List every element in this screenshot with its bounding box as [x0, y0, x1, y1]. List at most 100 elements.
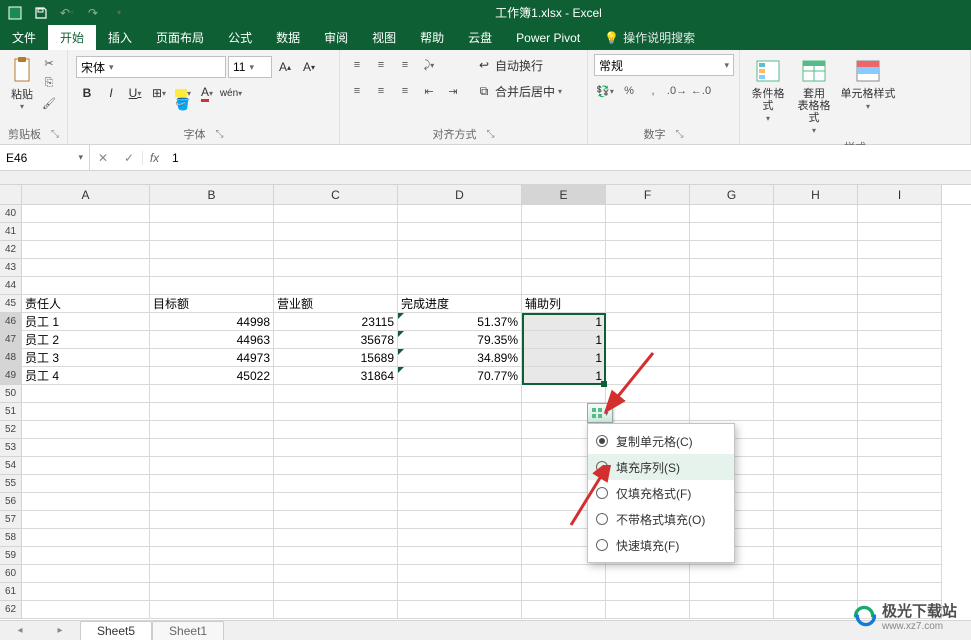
cell[interactable]: [22, 439, 150, 457]
cell[interactable]: 1: [522, 313, 606, 331]
increase-indent-icon[interactable]: ⇥: [442, 80, 464, 102]
row-header[interactable]: 40: [0, 205, 22, 223]
cell[interactable]: [398, 457, 522, 475]
cell[interactable]: [858, 205, 942, 223]
redo-icon[interactable]: ↷: [82, 2, 104, 24]
col-header-C[interactable]: C: [274, 185, 398, 204]
accounting-format-icon[interactable]: 💱▾: [594, 80, 616, 102]
formula-input[interactable]: [166, 145, 971, 170]
cell[interactable]: [858, 313, 942, 331]
format-painter-icon[interactable]: 🖌: [40, 94, 58, 112]
row-header[interactable]: 62: [0, 601, 22, 619]
cell-styles-button[interactable]: 单元格样式▾: [838, 54, 898, 113]
cell[interactable]: [398, 421, 522, 439]
cell[interactable]: [150, 277, 274, 295]
cell[interactable]: [522, 223, 606, 241]
cancel-formula-icon[interactable]: ✕: [90, 146, 116, 170]
cell[interactable]: 44973: [150, 349, 274, 367]
cell[interactable]: [274, 457, 398, 475]
cell[interactable]: [858, 511, 942, 529]
cell[interactable]: [774, 547, 858, 565]
paste-button[interactable]: 粘贴 ▾: [6, 54, 38, 111]
tab-home[interactable]: 开始: [48, 25, 96, 50]
cell[interactable]: 1: [522, 331, 606, 349]
row-header[interactable]: 61: [0, 583, 22, 601]
cell[interactable]: 70.77%: [398, 367, 522, 385]
percent-format-icon[interactable]: %: [618, 80, 640, 102]
cell[interactable]: [774, 475, 858, 493]
row-header[interactable]: 60: [0, 565, 22, 583]
cell[interactable]: 1: [522, 367, 606, 385]
cell[interactable]: [274, 385, 398, 403]
cell[interactable]: [690, 565, 774, 583]
autofill-options-button[interactable]: ▾: [587, 403, 613, 423]
cell[interactable]: [274, 583, 398, 601]
increase-decimal-icon[interactable]: .0→: [666, 80, 688, 102]
cell[interactable]: [858, 457, 942, 475]
cell[interactable]: 员工 3: [22, 349, 150, 367]
cell[interactable]: [522, 277, 606, 295]
cell[interactable]: [858, 367, 942, 385]
cell[interactable]: 完成进度: [398, 295, 522, 313]
cell[interactable]: [522, 241, 606, 259]
cell[interactable]: [150, 493, 274, 511]
cell[interactable]: [858, 475, 942, 493]
cell[interactable]: [858, 223, 942, 241]
clipboard-launcher-icon[interactable]: ⤡: [51, 129, 59, 140]
cell[interactable]: [150, 439, 274, 457]
cell[interactable]: 员工 2: [22, 331, 150, 349]
align-left-icon[interactable]: ≡: [346, 80, 368, 102]
phonetic-guide-button[interactable]: wén▾: [220, 82, 242, 104]
orientation-icon[interactable]: ⤸▾: [418, 54, 440, 76]
align-right-icon[interactable]: ≡: [394, 80, 416, 102]
autofill-fill-without-format[interactable]: 不带格式填充(O): [588, 506, 734, 532]
row-header[interactable]: 54: [0, 457, 22, 475]
cell[interactable]: [398, 223, 522, 241]
cell[interactable]: [274, 223, 398, 241]
cell[interactable]: [606, 601, 690, 619]
increase-font-icon[interactable]: A▴: [274, 56, 296, 78]
cell[interactable]: [150, 457, 274, 475]
tab-file[interactable]: 文件: [0, 25, 48, 50]
col-header-H[interactable]: H: [774, 185, 858, 204]
row-header[interactable]: 48: [0, 349, 22, 367]
cell[interactable]: [690, 583, 774, 601]
underline-button[interactable]: U▾: [124, 82, 146, 104]
autofill-fill-format-only[interactable]: 仅填充格式(F): [588, 480, 734, 506]
cell[interactable]: [150, 529, 274, 547]
cell[interactable]: [150, 547, 274, 565]
cell[interactable]: [858, 295, 942, 313]
row-header[interactable]: 47: [0, 331, 22, 349]
cell[interactable]: [274, 565, 398, 583]
font-size-combo[interactable]: 11▾: [228, 56, 272, 78]
row-header[interactable]: 41: [0, 223, 22, 241]
cell[interactable]: [774, 331, 858, 349]
cell[interactable]: [22, 277, 150, 295]
cell[interactable]: [774, 601, 858, 619]
cell[interactable]: 员工 4: [22, 367, 150, 385]
font-color-button[interactable]: A▾: [196, 82, 218, 104]
cell[interactable]: [150, 565, 274, 583]
cut-icon[interactable]: ✂: [40, 54, 58, 72]
tab-page-layout[interactable]: 页面布局: [144, 25, 216, 50]
col-header-I[interactable]: I: [858, 185, 942, 204]
col-header-D[interactable]: D: [398, 185, 522, 204]
cell[interactable]: [22, 601, 150, 619]
row-header[interactable]: 45: [0, 295, 22, 313]
cell[interactable]: 15689: [274, 349, 398, 367]
cell[interactable]: [398, 583, 522, 601]
cell[interactable]: [398, 547, 522, 565]
cell[interactable]: [22, 421, 150, 439]
name-box[interactable]: E46▾: [0, 145, 90, 170]
tab-insert[interactable]: 插入: [96, 25, 144, 50]
cell[interactable]: [774, 313, 858, 331]
col-header-F[interactable]: F: [606, 185, 690, 204]
cell[interactable]: [22, 241, 150, 259]
cell[interactable]: 员工 1: [22, 313, 150, 331]
col-header-A[interactable]: A: [22, 185, 150, 204]
cell[interactable]: [774, 439, 858, 457]
cell[interactable]: [274, 205, 398, 223]
cell[interactable]: [22, 259, 150, 277]
cell[interactable]: [606, 403, 690, 421]
cell[interactable]: [398, 475, 522, 493]
